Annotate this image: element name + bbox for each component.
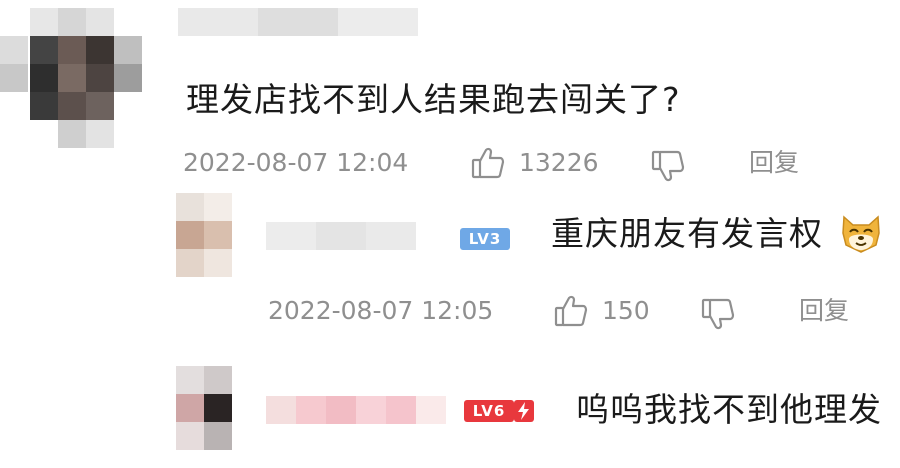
comment-text: 呜呜我找不到他理发 <box>576 390 882 429</box>
thumbs-down-icon[interactable] <box>700 296 736 332</box>
thumbs-down-icon[interactable] <box>650 148 686 184</box>
dog-emoji-icon <box>838 209 884 255</box>
comment-text: 理发店找不到人结果跑去闯关了? <box>186 80 681 119</box>
username-blurred[interactable] <box>266 396 446 424</box>
username-blurred[interactable] <box>266 222 416 250</box>
level-badge: LV3 <box>460 228 510 250</box>
comment-text: 重庆朋友有发言权 <box>551 214 823 253</box>
avatar[interactable] <box>176 193 266 283</box>
like-count: 13226 <box>519 148 599 177</box>
level-badge-label: LV6 <box>464 400 514 422</box>
username-blurred[interactable] <box>178 8 418 38</box>
avatar[interactable] <box>176 366 266 456</box>
reply-button[interactable]: 回复 <box>749 148 799 178</box>
level-badge: LV6 <box>464 400 536 422</box>
lightning-icon <box>514 400 534 422</box>
reply-button[interactable]: 回复 <box>799 296 849 326</box>
thumbs-up-icon[interactable] <box>470 145 506 181</box>
thumbs-up-icon[interactable] <box>553 293 589 329</box>
comment-timestamp: 2022-08-07 12:05 <box>268 296 494 325</box>
comment-timestamp: 2022-08-07 12:04 <box>183 148 409 177</box>
like-count: 150 <box>602 296 650 325</box>
avatar[interactable] <box>0 8 160 158</box>
